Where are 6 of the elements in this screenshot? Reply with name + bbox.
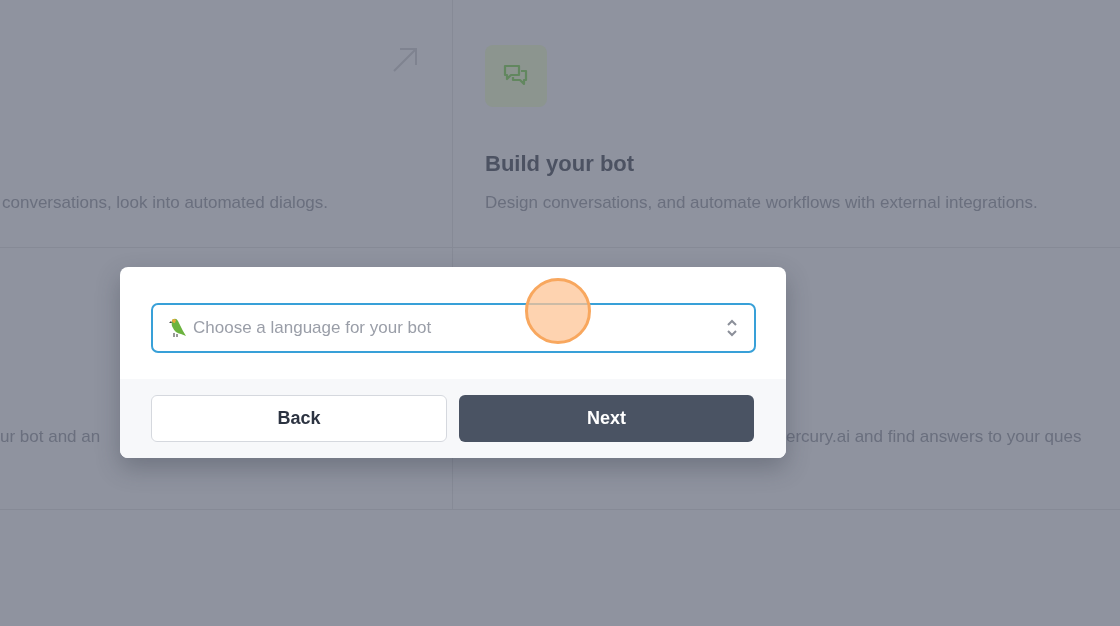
- parrot-icon: [167, 317, 187, 339]
- select-placeholder: Choose a language for your bot: [193, 318, 433, 338]
- card-title: Build your bot: [485, 151, 636, 177]
- next-button[interactable]: Next: [459, 395, 754, 442]
- back-button[interactable]: Back: [151, 395, 447, 442]
- chevron-up-down-icon: [726, 319, 738, 337]
